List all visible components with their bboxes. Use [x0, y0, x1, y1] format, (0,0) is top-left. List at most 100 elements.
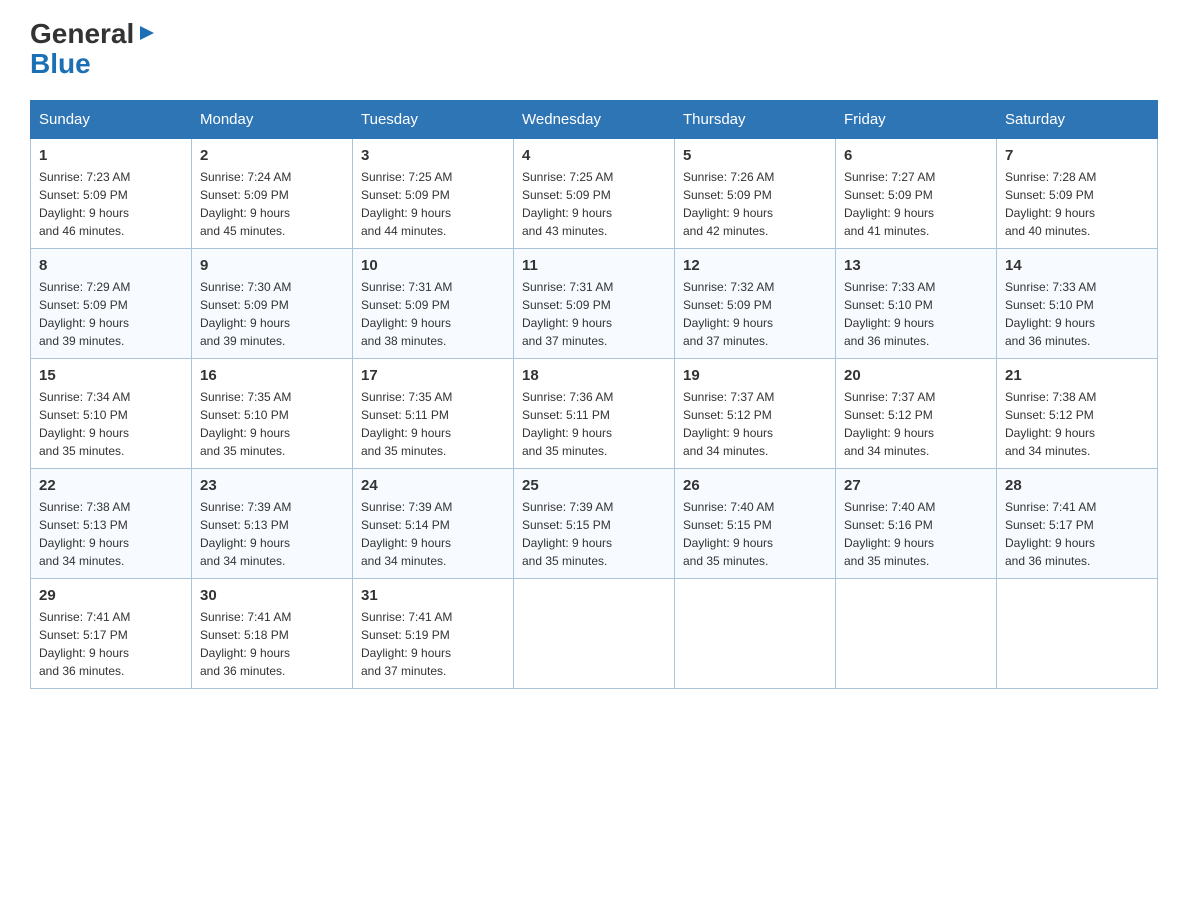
- day-info: Sunrise: 7:33 AM Sunset: 5:10 PM Dayligh…: [1005, 278, 1149, 350]
- calendar-cell: 20 Sunrise: 7:37 AM Sunset: 5:12 PM Dayl…: [836, 359, 997, 469]
- day-info: Sunrise: 7:26 AM Sunset: 5:09 PM Dayligh…: [683, 168, 827, 240]
- day-number: 16: [200, 367, 344, 384]
- day-info: Sunrise: 7:40 AM Sunset: 5:15 PM Dayligh…: [683, 498, 827, 570]
- day-number: 8: [39, 257, 183, 274]
- day-info: Sunrise: 7:31 AM Sunset: 5:09 PM Dayligh…: [361, 278, 505, 350]
- day-info: Sunrise: 7:23 AM Sunset: 5:09 PM Dayligh…: [39, 168, 183, 240]
- calendar-cell: 25 Sunrise: 7:39 AM Sunset: 5:15 PM Dayl…: [514, 469, 675, 579]
- day-number: 24: [361, 477, 505, 494]
- day-info: Sunrise: 7:41 AM Sunset: 5:17 PM Dayligh…: [1005, 498, 1149, 570]
- calendar-cell: [675, 579, 836, 689]
- calendar-cell: 16 Sunrise: 7:35 AM Sunset: 5:10 PM Dayl…: [192, 359, 353, 469]
- page-header: General Blue: [30, 20, 1158, 80]
- day-info: Sunrise: 7:32 AM Sunset: 5:09 PM Dayligh…: [683, 278, 827, 350]
- calendar-cell: 7 Sunrise: 7:28 AM Sunset: 5:09 PM Dayli…: [997, 139, 1158, 249]
- calendar-cell: 22 Sunrise: 7:38 AM Sunset: 5:13 PM Dayl…: [31, 469, 192, 579]
- col-header-sunday: Sunday: [31, 101, 192, 139]
- day-info: Sunrise: 7:37 AM Sunset: 5:12 PM Dayligh…: [683, 388, 827, 460]
- col-header-monday: Monday: [192, 101, 353, 139]
- day-number: 9: [200, 257, 344, 274]
- day-info: Sunrise: 7:25 AM Sunset: 5:09 PM Dayligh…: [522, 168, 666, 240]
- day-number: 5: [683, 147, 827, 164]
- logo-arrow-icon: [136, 22, 158, 44]
- week-row-3: 15 Sunrise: 7:34 AM Sunset: 5:10 PM Dayl…: [31, 359, 1158, 469]
- day-number: 26: [683, 477, 827, 494]
- week-row-1: 1 Sunrise: 7:23 AM Sunset: 5:09 PM Dayli…: [31, 139, 1158, 249]
- calendar-cell: [514, 579, 675, 689]
- day-info: Sunrise: 7:24 AM Sunset: 5:09 PM Dayligh…: [200, 168, 344, 240]
- day-info: Sunrise: 7:28 AM Sunset: 5:09 PM Dayligh…: [1005, 168, 1149, 240]
- day-info: Sunrise: 7:38 AM Sunset: 5:12 PM Dayligh…: [1005, 388, 1149, 460]
- day-info: Sunrise: 7:33 AM Sunset: 5:10 PM Dayligh…: [844, 278, 988, 350]
- day-info: Sunrise: 7:27 AM Sunset: 5:09 PM Dayligh…: [844, 168, 988, 240]
- calendar-cell: 2 Sunrise: 7:24 AM Sunset: 5:09 PM Dayli…: [192, 139, 353, 249]
- calendar-header-row: SundayMondayTuesdayWednesdayThursdayFrid…: [31, 101, 1158, 139]
- day-number: 11: [522, 257, 666, 274]
- day-info: Sunrise: 7:41 AM Sunset: 5:19 PM Dayligh…: [361, 608, 505, 680]
- calendar-cell: [836, 579, 997, 689]
- day-number: 30: [200, 587, 344, 604]
- calendar-cell: 17 Sunrise: 7:35 AM Sunset: 5:11 PM Dayl…: [353, 359, 514, 469]
- day-number: 27: [844, 477, 988, 494]
- day-info: Sunrise: 7:38 AM Sunset: 5:13 PM Dayligh…: [39, 498, 183, 570]
- day-number: 12: [683, 257, 827, 274]
- day-number: 13: [844, 257, 988, 274]
- calendar-cell: 23 Sunrise: 7:39 AM Sunset: 5:13 PM Dayl…: [192, 469, 353, 579]
- calendar-cell: 6 Sunrise: 7:27 AM Sunset: 5:09 PM Dayli…: [836, 139, 997, 249]
- day-number: 10: [361, 257, 505, 274]
- day-number: 21: [1005, 367, 1149, 384]
- week-row-4: 22 Sunrise: 7:38 AM Sunset: 5:13 PM Dayl…: [31, 469, 1158, 579]
- day-number: 19: [683, 367, 827, 384]
- day-info: Sunrise: 7:39 AM Sunset: 5:14 PM Dayligh…: [361, 498, 505, 570]
- day-info: Sunrise: 7:31 AM Sunset: 5:09 PM Dayligh…: [522, 278, 666, 350]
- col-header-tuesday: Tuesday: [353, 101, 514, 139]
- calendar-cell: 18 Sunrise: 7:36 AM Sunset: 5:11 PM Dayl…: [514, 359, 675, 469]
- calendar-cell: 15 Sunrise: 7:34 AM Sunset: 5:10 PM Dayl…: [31, 359, 192, 469]
- calendar-cell: 27 Sunrise: 7:40 AM Sunset: 5:16 PM Dayl…: [836, 469, 997, 579]
- calendar-cell: 11 Sunrise: 7:31 AM Sunset: 5:09 PM Dayl…: [514, 249, 675, 359]
- day-number: 1: [39, 147, 183, 164]
- calendar-cell: 21 Sunrise: 7:38 AM Sunset: 5:12 PM Dayl…: [997, 359, 1158, 469]
- day-number: 31: [361, 587, 505, 604]
- calendar-cell: 10 Sunrise: 7:31 AM Sunset: 5:09 PM Dayl…: [353, 249, 514, 359]
- day-info: Sunrise: 7:36 AM Sunset: 5:11 PM Dayligh…: [522, 388, 666, 460]
- day-number: 18: [522, 367, 666, 384]
- calendar-cell: 4 Sunrise: 7:25 AM Sunset: 5:09 PM Dayli…: [514, 139, 675, 249]
- day-number: 22: [39, 477, 183, 494]
- calendar-cell: 24 Sunrise: 7:39 AM Sunset: 5:14 PM Dayl…: [353, 469, 514, 579]
- col-header-saturday: Saturday: [997, 101, 1158, 139]
- day-number: 20: [844, 367, 988, 384]
- day-number: 17: [361, 367, 505, 384]
- day-info: Sunrise: 7:29 AM Sunset: 5:09 PM Dayligh…: [39, 278, 183, 350]
- calendar-cell: 26 Sunrise: 7:40 AM Sunset: 5:15 PM Dayl…: [675, 469, 836, 579]
- day-info: Sunrise: 7:40 AM Sunset: 5:16 PM Dayligh…: [844, 498, 988, 570]
- calendar-cell: 30 Sunrise: 7:41 AM Sunset: 5:18 PM Dayl…: [192, 579, 353, 689]
- calendar-cell: 12 Sunrise: 7:32 AM Sunset: 5:09 PM Dayl…: [675, 249, 836, 359]
- day-number: 14: [1005, 257, 1149, 274]
- day-info: Sunrise: 7:35 AM Sunset: 5:10 PM Dayligh…: [200, 388, 344, 460]
- day-info: Sunrise: 7:39 AM Sunset: 5:13 PM Dayligh…: [200, 498, 344, 570]
- day-number: 25: [522, 477, 666, 494]
- calendar-cell: 1 Sunrise: 7:23 AM Sunset: 5:09 PM Dayli…: [31, 139, 192, 249]
- day-number: 4: [522, 147, 666, 164]
- day-info: Sunrise: 7:35 AM Sunset: 5:11 PM Dayligh…: [361, 388, 505, 460]
- calendar-cell: 29 Sunrise: 7:41 AM Sunset: 5:17 PM Dayl…: [31, 579, 192, 689]
- day-number: 23: [200, 477, 344, 494]
- calendar-table: SundayMondayTuesdayWednesdayThursdayFrid…: [30, 100, 1158, 689]
- logo-text-blue: Blue: [30, 48, 91, 80]
- col-header-friday: Friday: [836, 101, 997, 139]
- calendar-cell: 14 Sunrise: 7:33 AM Sunset: 5:10 PM Dayl…: [997, 249, 1158, 359]
- day-info: Sunrise: 7:41 AM Sunset: 5:18 PM Dayligh…: [200, 608, 344, 680]
- calendar-cell: 28 Sunrise: 7:41 AM Sunset: 5:17 PM Dayl…: [997, 469, 1158, 579]
- day-number: 6: [844, 147, 988, 164]
- calendar-cell: 3 Sunrise: 7:25 AM Sunset: 5:09 PM Dayli…: [353, 139, 514, 249]
- day-info: Sunrise: 7:34 AM Sunset: 5:10 PM Dayligh…: [39, 388, 183, 460]
- calendar-cell: 9 Sunrise: 7:30 AM Sunset: 5:09 PM Dayli…: [192, 249, 353, 359]
- calendar-cell: 19 Sunrise: 7:37 AM Sunset: 5:12 PM Dayl…: [675, 359, 836, 469]
- day-number: 15: [39, 367, 183, 384]
- day-info: Sunrise: 7:41 AM Sunset: 5:17 PM Dayligh…: [39, 608, 183, 680]
- calendar-cell: 31 Sunrise: 7:41 AM Sunset: 5:19 PM Dayl…: [353, 579, 514, 689]
- day-info: Sunrise: 7:25 AM Sunset: 5:09 PM Dayligh…: [361, 168, 505, 240]
- day-number: 3: [361, 147, 505, 164]
- logo: General Blue: [30, 20, 158, 80]
